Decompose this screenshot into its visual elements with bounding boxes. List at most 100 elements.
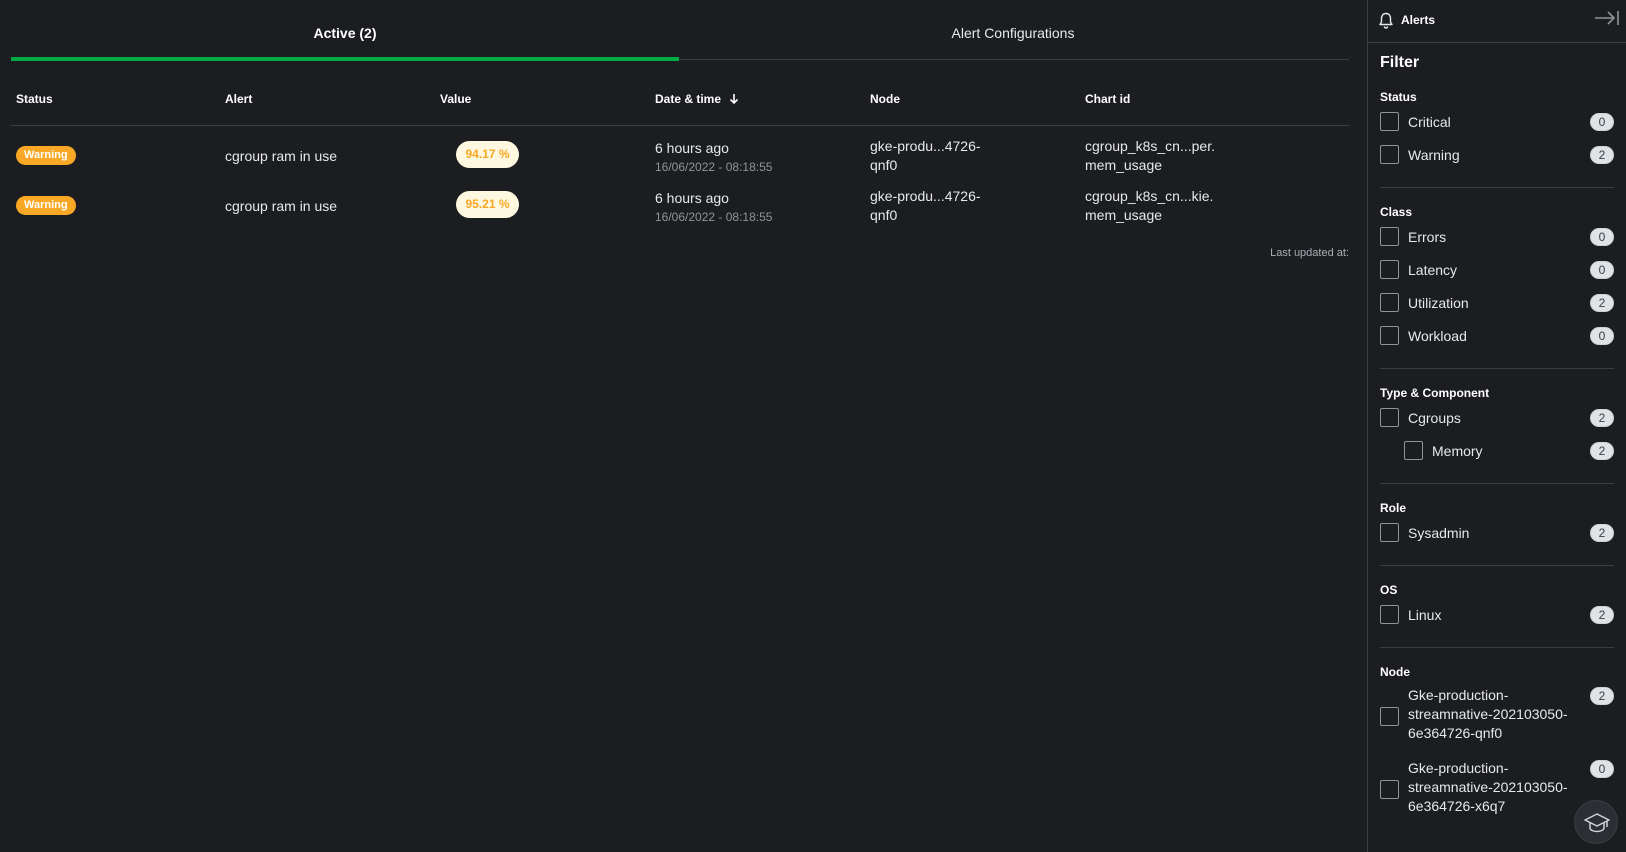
- column-header-chart-id[interactable]: Chart id: [1085, 92, 1130, 106]
- divider: [1380, 565, 1614, 566]
- filter-option-label: Cgroups: [1408, 410, 1461, 426]
- tab-alert-configurations[interactable]: Alert Configurations: [679, 0, 1347, 60]
- checkbox[interactable]: [1380, 408, 1399, 427]
- date-absolute: 16/06/2022 - 08:18:55: [655, 160, 773, 174]
- filter-sidebar: Alerts Filter Status Critical 0 Warning …: [1367, 0, 1626, 852]
- checkbox[interactable]: [1380, 227, 1399, 246]
- checkbox[interactable]: [1380, 707, 1399, 726]
- filter-option-label: Utilization: [1408, 295, 1469, 311]
- header-label: Status: [16, 92, 53, 106]
- filter-option-errors[interactable]: Errors 0: [1380, 225, 1616, 247]
- filter-group-os-label: OS: [1380, 583, 1398, 597]
- count-badge: 2: [1590, 294, 1614, 312]
- node-line: qnf0: [870, 157, 898, 173]
- chart-id-cell: cgroup_k8s_cn...kie. mem_usage: [1085, 187, 1213, 225]
- date-cell: 6 hours ago 16/06/2022 - 08:18:55: [655, 139, 772, 177]
- header-label: Node: [870, 92, 900, 106]
- value-badge: 95.21 %: [456, 191, 519, 218]
- filter-option-node-qnf0[interactable]: Gke-production- streamnative-202103050- …: [1380, 686, 1616, 748]
- checkbox[interactable]: [1380, 112, 1399, 131]
- filter-group-status-label: Status: [1380, 90, 1417, 104]
- filter-option-label: Gke-production- streamnative-202103050- …: [1408, 759, 1588, 816]
- count-badge: 2: [1590, 146, 1614, 164]
- column-header-alert[interactable]: Alert: [225, 92, 252, 106]
- column-header-status[interactable]: Status: [16, 92, 53, 106]
- filter-option-label: Sysadmin: [1408, 525, 1470, 541]
- checkbox[interactable]: [1380, 605, 1399, 624]
- filter-option-label: Gke-production- streamnative-202103050- …: [1408, 686, 1588, 743]
- filter-option-latency[interactable]: Latency 0: [1380, 258, 1616, 280]
- alert-name[interactable]: cgroup ram in use: [225, 197, 337, 216]
- status-badge: Warning: [16, 146, 76, 165]
- filter-option-workload[interactable]: Workload 0: [1380, 324, 1616, 346]
- filter-option-cgroups[interactable]: Cgroups 2: [1380, 406, 1616, 428]
- header-label: Value: [440, 92, 472, 106]
- column-header-date-time[interactable]: Date & time: [655, 92, 739, 106]
- count-badge: 0: [1590, 228, 1614, 246]
- tab-active[interactable]: Active (2): [11, 0, 679, 61]
- divider: [1380, 187, 1614, 188]
- collapse-right-icon[interactable]: [1594, 9, 1620, 27]
- header-label: Alert: [225, 92, 253, 106]
- divider: [1380, 647, 1614, 648]
- node-cell: gke-produ...4726- qnf0: [870, 187, 981, 225]
- filter-option-critical[interactable]: Critical 0: [1380, 110, 1616, 132]
- column-header-value[interactable]: Value: [440, 92, 471, 106]
- count-badge: 2: [1590, 687, 1614, 705]
- filter-title: Filter: [1380, 54, 1420, 71]
- value-badge: 94.17 %: [456, 141, 519, 168]
- table-row[interactable]: Warning cgroup ram in use 95.21 % 6 hour…: [11, 180, 1349, 232]
- date-absolute: 16/06/2022 - 08:18:55: [655, 210, 773, 224]
- filter-group-type-component-label: Type & Component: [1380, 386, 1490, 400]
- filter-option-label: Memory: [1432, 443, 1483, 459]
- filter-option-utilization[interactable]: Utilization 2: [1380, 291, 1616, 313]
- node-label-line: Gke-production-: [1408, 760, 1509, 776]
- node-label-line: streamnative-202103050-: [1408, 706, 1568, 722]
- count-badge: 0: [1590, 261, 1614, 279]
- checkbox[interactable]: [1380, 523, 1399, 542]
- filter-option-warning[interactable]: Warning 2: [1380, 143, 1616, 165]
- date-cell: 6 hours ago 16/06/2022 - 08:18:55: [655, 189, 772, 227]
- filter-option-sysadmin[interactable]: Sysadmin 2: [1380, 521, 1616, 543]
- count-badge: 2: [1590, 409, 1614, 427]
- count-badge: 0: [1590, 327, 1614, 345]
- chart-id-line: mem_usage: [1085, 207, 1163, 223]
- last-updated: Last updated at:: [1270, 247, 1349, 259]
- checkbox[interactable]: [1380, 326, 1399, 345]
- filter-option-linux[interactable]: Linux 2: [1380, 603, 1616, 625]
- filter-group-node-label: Node: [1380, 665, 1410, 679]
- date-relative: 6 hours ago: [655, 140, 729, 156]
- checkbox[interactable]: [1380, 145, 1399, 164]
- node-label-line: streamnative-202103050-: [1408, 779, 1568, 795]
- filter-option-label: Errors: [1408, 229, 1447, 245]
- node-label-line: Gke-production-: [1408, 687, 1509, 703]
- count-badge: 2: [1590, 442, 1614, 460]
- sidebar-header: Alerts: [1368, 0, 1626, 43]
- help-button[interactable]: [1574, 800, 1618, 844]
- filter-option-memory[interactable]: Memory 2: [1404, 439, 1616, 461]
- column-header-node[interactable]: Node: [870, 92, 900, 106]
- checkbox[interactable]: [1380, 780, 1399, 799]
- chart-id-cell: cgroup_k8s_cn...per. mem_usage: [1085, 137, 1215, 175]
- chart-id-line: cgroup_k8s_cn...per.: [1085, 138, 1215, 154]
- checkbox[interactable]: [1380, 293, 1399, 312]
- count-badge: 0: [1590, 113, 1614, 131]
- checkbox[interactable]: [1404, 441, 1423, 460]
- node-cell: gke-produ...4726- qnf0: [870, 137, 981, 175]
- sidebar-title: Alerts: [1401, 13, 1436, 27]
- filter-group-class-label: Class: [1380, 205, 1413, 219]
- alert-name[interactable]: cgroup ram in use: [225, 147, 337, 166]
- divider: [1380, 368, 1614, 369]
- node-line: gke-produ...4726-: [870, 138, 981, 154]
- bell-icon: [1379, 12, 1393, 29]
- count-badge: 2: [1590, 524, 1614, 542]
- checkbox[interactable]: [1380, 260, 1399, 279]
- node-line: qnf0: [870, 207, 898, 223]
- tab-bar: Active (2) Alert Configurations: [11, 0, 1349, 61]
- table-row[interactable]: Warning cgroup ram in use 94.17 % 6 hour…: [11, 130, 1349, 182]
- node-label-line: 6e364726-x6q7: [1408, 798, 1506, 814]
- filter-option-label: Workload: [1408, 328, 1467, 344]
- alerts-main: Active (2) Alert Configurations Status A…: [0, 0, 1367, 852]
- count-badge: 0: [1590, 760, 1614, 778]
- node-label-line: 6e364726-qnf0: [1408, 725, 1503, 741]
